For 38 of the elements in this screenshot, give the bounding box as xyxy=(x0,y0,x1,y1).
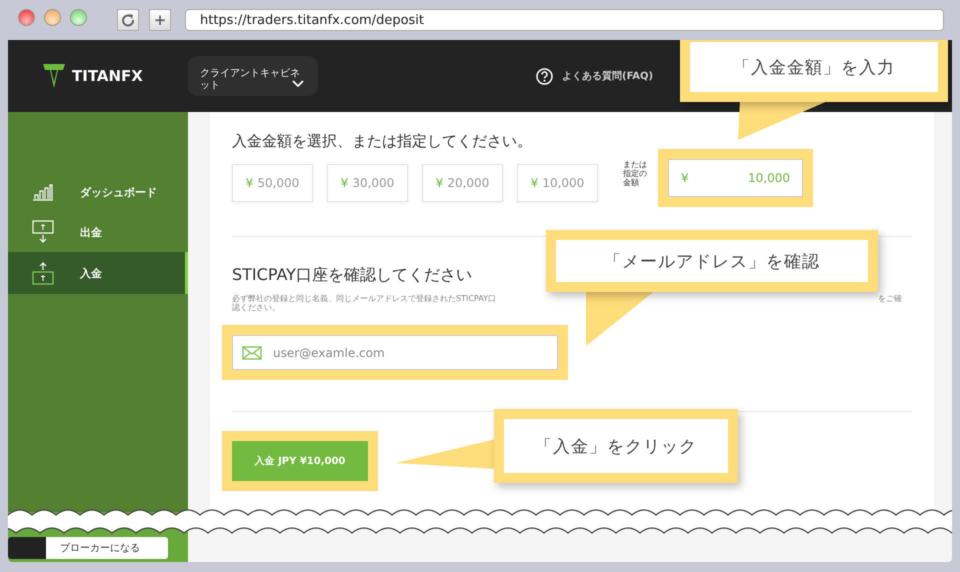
withdraw-icon xyxy=(32,220,54,244)
minimize-icon[interactable] xyxy=(44,8,61,26)
reload-icon xyxy=(121,13,135,27)
broker-button[interactable]: ブローカーになる xyxy=(8,537,168,559)
address-bar[interactable]: https://traders.titanfx.com/deposit xyxy=(185,9,944,31)
logo-icon xyxy=(42,63,66,89)
amount-option[interactable]: ¥ 30,000 xyxy=(327,164,408,202)
callout-pointer xyxy=(586,290,656,346)
custom-amount-field[interactable]: ¥ 10,000 xyxy=(668,159,803,197)
amount-option[interactable]: ¥ 50,000 xyxy=(232,164,313,202)
sidebar-item[interactable]: 出金 xyxy=(8,212,188,252)
bar-chart-icon xyxy=(32,183,54,201)
maximize-icon[interactable] xyxy=(70,8,87,26)
reload-button[interactable] xyxy=(117,9,139,31)
email-field[interactable]: user@examle.com xyxy=(232,335,558,370)
sidebar-item[interactable]: ダッシュボード xyxy=(8,172,188,212)
callout: 「メールアドレス」を確認 xyxy=(546,230,878,292)
sidebar-item[interactable]: 入金 xyxy=(8,252,188,294)
instruction-text: 必ず弊社の登録と同じ名義、同じメールアドレスで登録されたSTICPAY口 xyxy=(232,294,496,303)
instruction-text: をご確 xyxy=(878,294,902,303)
deposit-button[interactable]: 入金 JPY ¥10,000 xyxy=(232,441,368,481)
faq-link[interactable]: よくある質問(FAQ) xyxy=(562,69,654,83)
callout: 「入金」をクリック xyxy=(494,409,738,483)
amount-option[interactable]: ¥ 20,000 xyxy=(422,164,503,202)
new-tab-button[interactable]: + xyxy=(149,9,171,31)
close-icon[interactable] xyxy=(18,8,35,26)
help-icon[interactable] xyxy=(536,68,553,84)
callout: 「入金金額」を入力 xyxy=(680,40,948,102)
custom-amount-label: または指定の金額 xyxy=(623,160,648,186)
deposit-icon xyxy=(32,261,54,285)
instruction-text: 認ください。 xyxy=(232,303,281,312)
chevron-down-icon xyxy=(292,80,304,88)
client-cabinet-menu[interactable]: クライアントキャビネット xyxy=(188,56,318,96)
envelope-icon xyxy=(242,346,262,360)
logo-text: TITANFX xyxy=(72,67,143,85)
sticpay-heading: STICPAY口座を確認してください xyxy=(232,265,473,286)
amount-option[interactable]: ¥ 10,000 xyxy=(517,164,598,202)
amount-heading: 入金金額を選択、または指定してください。 xyxy=(232,132,533,152)
